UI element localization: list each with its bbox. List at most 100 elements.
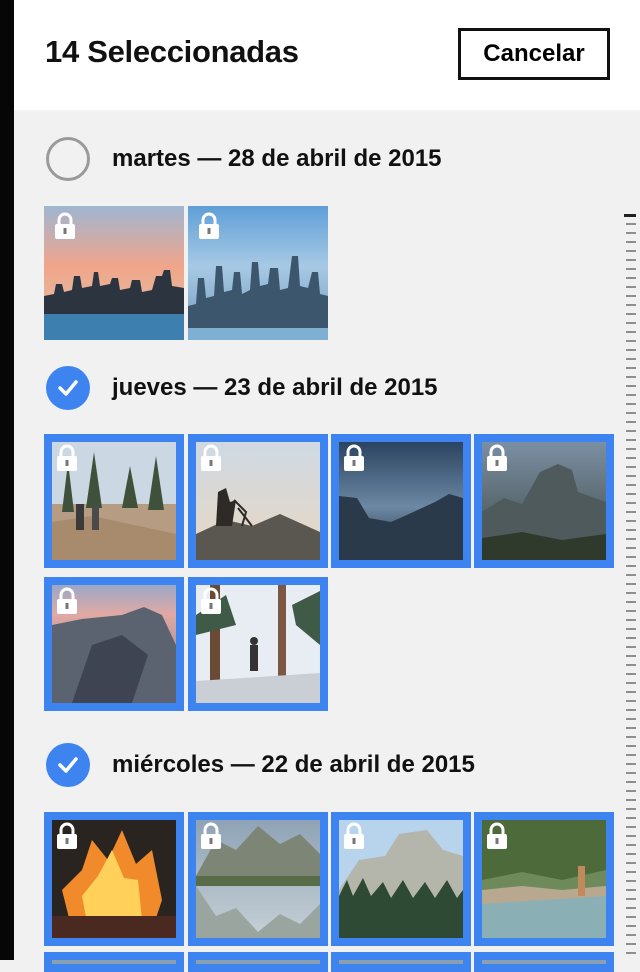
scrubber-tick [626,538,636,540]
scrubber-tick [626,853,636,855]
scrubber-tick [626,727,636,729]
scrubber-tick [626,691,636,693]
scrubber-tick [626,565,636,567]
scrubber-tick [626,817,636,819]
scrubber-tick [626,385,636,387]
lock-icon [201,822,221,849]
scrubber-tick [626,745,636,747]
scrubber-tick [626,511,636,513]
scrubber-tick [626,277,636,279]
scrubber-tick [626,313,636,315]
section-date-label: miércoles — 22 de abril de 2015 [112,751,475,778]
photo-thumbnail[interactable] [188,812,328,946]
scrubber-tick [626,232,636,234]
photo-thumbnail-partial[interactable] [474,952,614,972]
scrubber-tick [626,700,636,702]
scrubber-tick [626,772,636,774]
scrubber-tick [626,295,636,297]
checkmark-icon[interactable] [46,743,90,787]
scrubber-tick [626,304,636,306]
scrubber-tick [626,286,636,288]
scrubber-tick [626,430,636,432]
scrubber-tick [626,475,636,477]
scrubber-tick [626,655,636,657]
lock-icon [487,444,507,471]
scrubber-tick [626,547,636,549]
photo-thumbnail[interactable] [331,812,471,946]
photo-thumbnail-partial[interactable] [331,952,471,972]
section-header-martes[interactable]: martes — 28 de abril de 2015 [46,137,442,181]
photo-thumbnail-partial[interactable] [188,952,328,972]
lock-icon [344,822,364,849]
checkmark-icon[interactable] [46,366,90,410]
photo-thumbnail[interactable] [474,434,614,568]
scrubber-tick [626,223,636,225]
section-date-label: martes — 28 de abril de 2015 [112,145,442,172]
scrubber-tick [626,529,636,531]
scrubber-tick [626,358,636,360]
selection-count-title: 14 Seleccionadas [45,34,299,69]
lock-icon [201,587,221,614]
scrubber-tick [626,268,636,270]
section-date-label: jueves — 23 de abril de 2015 [112,374,438,401]
scrubber-tick [626,250,636,252]
photo-thumbnail[interactable] [44,812,184,946]
scrubber-tick [626,952,636,954]
photo-thumbnail[interactable] [44,434,184,568]
scrubber-tick [626,439,636,441]
section-header-miercoles[interactable]: miércoles — 22 de abril de 2015 [46,743,475,787]
scrubber-tick [626,628,636,630]
lock-icon [55,212,75,239]
scrubber-tick [626,466,636,468]
scrubber-tick [626,664,636,666]
photo-thumbnail[interactable] [188,206,328,340]
scrubber-tick [626,322,636,324]
scrubber-tick [626,583,636,585]
section-header-jueves[interactable]: jueves — 23 de abril de 2015 [46,366,438,410]
photo-thumbnail[interactable] [331,434,471,568]
scrubber-tick [626,556,636,558]
scrubber-tick [626,637,636,639]
scrubber-tick [626,412,636,414]
scrubber-tick [626,709,636,711]
scrubber-tick [626,421,636,423]
scrubber-tick [626,916,636,918]
scrubber-tick [626,826,636,828]
lock-icon [201,444,221,471]
scrubber-tick [626,925,636,927]
photo-thumbnail-partial[interactable] [44,952,184,972]
scrubber-tick [626,619,636,621]
scrubber-tick [626,799,636,801]
photo-thumbnail[interactable] [44,206,184,340]
scrubber-tick [626,889,636,891]
select-circle-icon[interactable] [46,137,90,181]
scrubber-tick [626,718,636,720]
photo-thumbnail[interactable] [188,577,328,711]
lock-icon [57,587,77,614]
timeline-scrubber[interactable] [622,210,638,960]
scrubber-tick [626,394,636,396]
photo-thumbnail[interactable] [474,812,614,946]
scrubber-tick [626,898,636,900]
photo-thumbnail[interactable] [44,577,184,711]
scrubber-tick [626,736,636,738]
scrubber-tick [626,376,636,378]
scrubber-tick [626,862,636,864]
scrubber-tick [626,880,636,882]
scrubber-tick [626,457,636,459]
scrubber-tick [624,214,636,217]
scrubber-tick [626,781,636,783]
cancel-button[interactable]: Cancelar [458,28,610,80]
scrubber-tick [626,754,636,756]
scrubber-tick [626,610,636,612]
photo-thumbnail[interactable] [188,434,328,568]
lock-icon [487,822,507,849]
scrubber-tick [626,520,636,522]
scrubber-tick [626,943,636,945]
scrubber-tick [626,574,636,576]
lock-icon [199,212,219,239]
scrubber-tick [626,601,636,603]
scrubber-tick [626,259,636,261]
scrubber-tick [626,484,636,486]
scrubber-tick [626,241,636,243]
